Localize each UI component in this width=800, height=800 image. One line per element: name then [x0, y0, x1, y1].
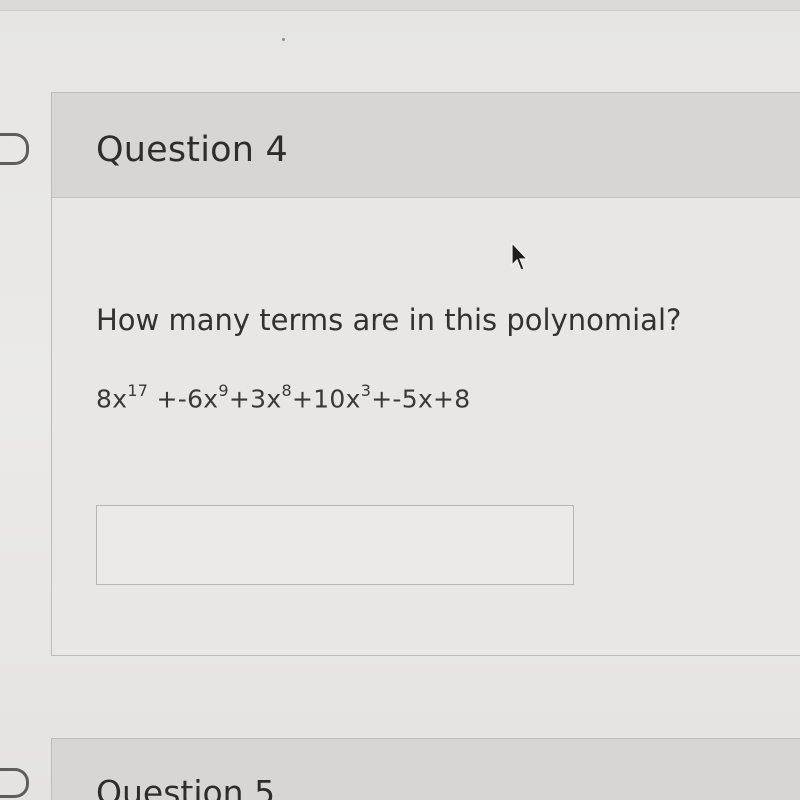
term-2-coefficient: +-6x: [148, 384, 219, 414]
question-prompt: How many terms are in this polynomial?: [96, 303, 682, 337]
question-4-title: Question 4: [96, 130, 288, 170]
term-4-exponent: 3: [360, 381, 372, 400]
term-3-coefficient: +3x: [228, 384, 282, 414]
mouse-cursor-icon: [511, 241, 529, 271]
polynomial-expression: 8x17 +-6x9+3x8+10x3+-5x+8: [96, 381, 471, 414]
quiz-page: Question 4 How many terms are in this po…: [0, 0, 800, 800]
answer-input[interactable]: [96, 505, 574, 585]
term-1-coefficient: 8x: [96, 384, 128, 414]
top-divider: [0, 0, 800, 11]
question-4-card: Question 4 How many terms are in this po…: [51, 92, 800, 656]
question-4-header: Question 4: [52, 93, 800, 198]
speck: [282, 38, 285, 41]
term-1-exponent: 17: [127, 381, 149, 400]
term-3-exponent: 8: [281, 381, 292, 400]
flag-question-4-icon[interactable]: [0, 133, 29, 165]
term-2-exponent: 9: [218, 381, 229, 400]
question-5-card: Question 5: [51, 738, 800, 800]
term-5-and-constant: +-5x+8: [371, 384, 471, 414]
question-5-title: Question 5: [96, 773, 276, 800]
flag-question-5-icon[interactable]: [0, 768, 29, 798]
term-4-coefficient: +10x: [291, 384, 361, 414]
